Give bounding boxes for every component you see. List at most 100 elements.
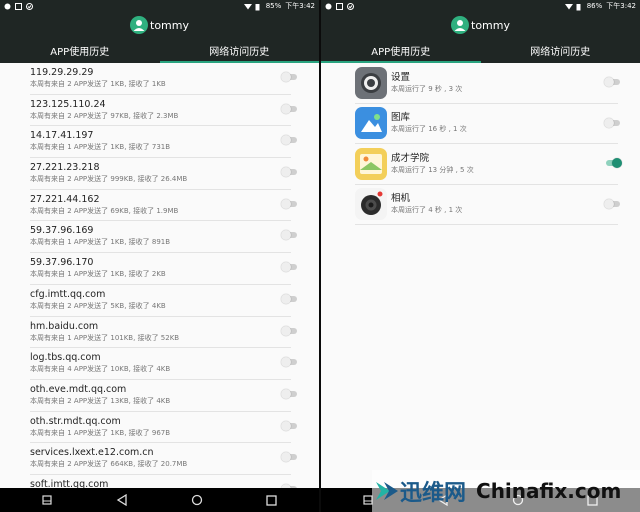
list-item[interactable]: 59.37.96.169 本周有来自 1 APP发送了 1KB, 接收了 891… xyxy=(30,221,297,254)
list-item[interactable]: hm.baidu.com 本周有来自 1 APP发送了 101KB, 接收了 5… xyxy=(30,317,297,349)
left-screen: 85% 下午3:42 tommy APP使用历史 网络访问历史 119.29.2… xyxy=(0,0,319,512)
toggle-switch[interactable] xyxy=(281,103,299,114)
toggle-switch[interactable] xyxy=(281,357,299,368)
host-name: log.tbs.qq.com xyxy=(30,352,101,364)
arrow-logo-icon xyxy=(376,482,398,500)
title-bar: tommy xyxy=(0,12,319,38)
list-item[interactable]: services.lxext.e12.com.cn 本周有来自 2 APP发送了… xyxy=(30,443,297,475)
toggle-switch[interactable] xyxy=(281,135,299,146)
traffic-detail: 本周有来自 2 APP发送了 664KB, 接收了 20.7MB xyxy=(30,460,188,469)
check-notification-icon xyxy=(347,2,354,10)
back-icon[interactable] xyxy=(115,493,129,507)
tab-bar: APP使用历史 网络访问历史 xyxy=(0,38,319,63)
traffic-detail: 本周有来自 1 APP发送了 1KB, 接收了 731B xyxy=(30,143,171,152)
traffic-detail: 本周有来自 2 APP发送了 13KB, 接收了 4KB xyxy=(30,396,171,405)
host-name: 59.37.96.170 xyxy=(30,257,94,269)
list-item[interactable]: 14.17.41.197 本周有来自 1 APP发送了 1KB, 接收了 731… xyxy=(30,126,297,159)
gallery-icon xyxy=(355,107,387,140)
host-name: 14.17.41.197 xyxy=(30,130,94,142)
traffic-detail: 本周有来自 2 APP发送了 1KB, 接收了 1KB xyxy=(30,80,166,88)
host-name: 119.29.29.29 xyxy=(30,67,94,78)
watermark-site: Chinafix.com xyxy=(476,479,622,503)
list-item[interactable]: cfg.imtt.qq.com 本周有来自 2 APP发送了 5KB, 接收了 … xyxy=(30,285,297,317)
host-name: 27.221.44.162 xyxy=(30,193,100,205)
battery-level: 86% xyxy=(586,2,603,10)
image-notification-icon xyxy=(336,2,343,10)
list-item[interactable]: 成才学院 本周运行了 13 分钟 , 5 次 xyxy=(355,144,622,185)
toggle-switch[interactable] xyxy=(281,230,299,241)
title-bar: tommy xyxy=(321,12,640,38)
app-name: 图库 xyxy=(391,112,411,124)
recents-icon[interactable] xyxy=(265,493,279,507)
list-item[interactable]: 图库 本周运行了 16 秒 , 1 次 xyxy=(355,104,620,144)
home-icon[interactable] xyxy=(190,493,204,507)
app-name: 成才学院 xyxy=(391,152,430,164)
notification-dot-icon xyxy=(325,3,332,10)
toggle-switch[interactable] xyxy=(281,325,299,336)
traffic-detail: 本周有来自 1 APP发送了 1KB, 接收了 967B xyxy=(30,428,171,437)
image-notification-icon xyxy=(15,2,22,10)
list-item[interactable]: oth.str.mdt.qq.com 本周有来自 1 APP发送了 1KB, 接… xyxy=(30,412,297,444)
traffic-detail: 本周有来自 1 APP发送了 101KB, 接收了 52KB xyxy=(30,333,180,342)
tab-network-history[interactable]: 网络访问历史 xyxy=(481,38,640,63)
toggle-switch[interactable] xyxy=(604,158,622,168)
status-bar: 86% 下午3:42 xyxy=(321,0,640,12)
user-name: tommy xyxy=(471,18,510,32)
traffic-detail: 本周有来自 2 APP发送了 999KB, 接收了 26.4MB xyxy=(30,175,188,184)
tab-bar: APP使用历史 网络访问历史 xyxy=(321,38,640,63)
toggle-switch[interactable] xyxy=(281,420,299,431)
host-name: oth.str.mdt.qq.com xyxy=(30,415,121,427)
toggle-switch[interactable] xyxy=(604,77,622,87)
list-item[interactable]: soft.imtt.qq.com xyxy=(30,475,297,488)
traffic-detail: 本周有来自 1 APP发送了 1KB, 接收了 891B xyxy=(30,238,171,247)
usage-detail: 本周运行了 13 分钟 , 5 次 xyxy=(391,165,474,174)
app-name: 设置 xyxy=(391,71,411,83)
traffic-detail: 本周有来自 2 APP发送了 97KB, 接收了 2.3MB xyxy=(30,111,179,120)
traffic-detail: 本周有来自 1 APP发送了 1KB, 接收了 2KB xyxy=(30,270,166,279)
watermark-brand: 迅维网 xyxy=(400,481,467,506)
host-name: oth.eve.mdt.qq.com xyxy=(30,383,127,395)
avatar-icon[interactable] xyxy=(130,16,148,34)
toggle-switch[interactable] xyxy=(281,167,299,178)
notification-dot-icon xyxy=(4,3,11,10)
list-item[interactable]: 27.221.44.162 本周有来自 2 APP发送了 69KB, 接收了 1… xyxy=(30,190,297,222)
toggle-switch[interactable] xyxy=(281,262,299,273)
avatar-icon[interactable] xyxy=(451,16,469,34)
list-item[interactable]: 设置 本周运行了 9 秒 , 3 次 xyxy=(355,63,620,104)
toggle-switch[interactable] xyxy=(281,388,299,399)
toggle-switch[interactable] xyxy=(604,198,622,209)
wifi-icon xyxy=(564,3,573,10)
list-item[interactable]: 27.221.23.218 本周有来自 2 APP发送了 999KB, 接收了 … xyxy=(30,158,297,190)
host-name: 123.125.110.24 xyxy=(30,98,106,110)
navigation-bar xyxy=(0,488,319,512)
toggle-switch[interactable] xyxy=(281,198,299,209)
network-history-list: 119.29.29.29 本周有来自 2 APP发送了 1KB, 接收了 1KB… xyxy=(0,63,319,488)
battery-icon xyxy=(255,3,262,10)
menu-icon[interactable] xyxy=(40,493,54,507)
host-name: cfg.imtt.qq.com xyxy=(30,288,106,300)
list-item[interactable]: log.tbs.qq.com 本周有来自 4 APP发送了 10KB, 接收了 … xyxy=(30,348,297,380)
battery-icon xyxy=(576,3,583,10)
host-name: 27.221.23.218 xyxy=(30,162,100,174)
toggle-switch[interactable] xyxy=(604,117,622,128)
host-name: 59.37.96.169 xyxy=(30,225,94,237)
list-item[interactable]: 123.125.110.24 本周有来自 2 APP发送了 97KB, 接收了 … xyxy=(30,95,297,127)
list-item[interactable]: 59.37.96.170 本周有来自 1 APP发送了 1KB, 接收了 2KB xyxy=(30,253,297,285)
toggle-switch[interactable] xyxy=(281,72,299,82)
tab-app-history[interactable]: APP使用历史 xyxy=(0,38,160,63)
app-name: 相机 xyxy=(391,193,411,205)
clock: 下午3:42 xyxy=(285,2,315,10)
toggle-switch[interactable] xyxy=(281,452,299,463)
tab-network-history[interactable]: 网络访问历史 xyxy=(159,38,320,63)
list-item[interactable]: 相机 本周运行了 4 秒 , 1 次 xyxy=(355,185,620,225)
settings-icon xyxy=(355,66,387,99)
list-item[interactable]: 119.29.29.29 本周有来自 2 APP发送了 1KB, 接收了 1KB xyxy=(30,63,297,95)
toggle-switch[interactable] xyxy=(281,293,299,304)
host-name: soft.imtt.qq.com xyxy=(30,478,109,488)
check-notification-icon xyxy=(26,2,33,10)
host-name: hm.baidu.com xyxy=(30,320,99,332)
clock: 下午3:42 xyxy=(606,2,636,10)
app-history-list: 设置 本周运行了 9 秒 , 3 次 图库 本周运行了 16 秒 , 1 次 成… xyxy=(321,63,640,225)
tab-app-history[interactable]: APP使用历史 xyxy=(321,38,481,63)
list-item[interactable]: oth.eve.mdt.qq.com 本周有来自 2 APP发送了 13KB, … xyxy=(30,380,297,412)
